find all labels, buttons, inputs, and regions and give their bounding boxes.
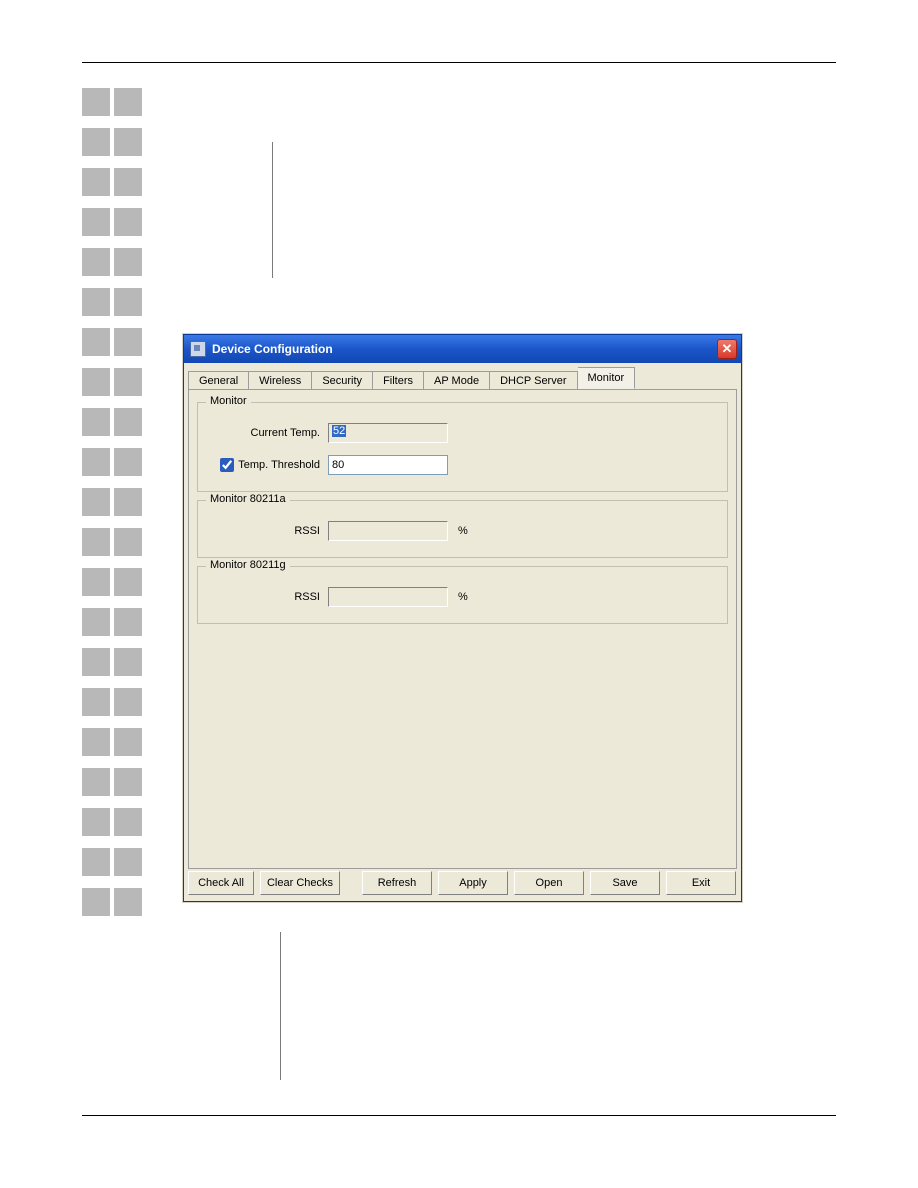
tab-ap-mode[interactable]: AP Mode (424, 371, 490, 390)
temp-threshold-label: Temp. Threshold (238, 459, 320, 471)
apply-button[interactable]: Apply (438, 871, 508, 895)
page-top-rule (82, 62, 836, 63)
divider-top (272, 142, 273, 278)
tab-dhcp-server[interactable]: DHCP Server (490, 371, 577, 390)
group-monitor-legend: Monitor (206, 395, 251, 407)
check-all-button[interactable]: Check All (188, 871, 254, 895)
tab-monitor[interactable]: Monitor (578, 367, 636, 389)
rssi-a-label: RSSI (208, 525, 328, 537)
current-temp-field: 52 (328, 423, 448, 443)
close-button[interactable]: ✕ (717, 339, 737, 359)
rssi-g-unit: % (458, 591, 468, 603)
tab-filters[interactable]: Filters (373, 371, 424, 390)
refresh-button[interactable]: Refresh (362, 871, 432, 895)
window-icon (190, 341, 206, 357)
tab-security[interactable]: Security (312, 371, 373, 390)
button-bar: Check All Clear Checks Refresh Apply Ope… (188, 871, 737, 895)
rssi-a-field (328, 521, 448, 541)
open-button[interactable]: Open (514, 871, 584, 895)
titlebar[interactable]: Device Configuration ✕ (184, 335, 741, 363)
group-monitor-80211a-legend: Monitor 80211a (206, 493, 290, 505)
page-bottom-rule (82, 1115, 836, 1116)
group-monitor: Monitor Current Temp. 52 Temp. Threshold (197, 402, 728, 492)
group-monitor-80211g: Monitor 80211g RSSI % (197, 566, 728, 624)
window-title: Device Configuration (212, 342, 717, 356)
clear-checks-button[interactable]: Clear Checks (260, 871, 340, 895)
exit-button[interactable]: Exit (666, 871, 736, 895)
tab-panel-monitor: Monitor Current Temp. 52 Temp. Threshold… (188, 389, 737, 869)
rssi-a-unit: % (458, 525, 468, 537)
tab-general[interactable]: General (188, 371, 249, 390)
group-monitor-80211a: Monitor 80211a RSSI % (197, 500, 728, 558)
current-temp-value: 52 (332, 425, 346, 437)
current-temp-label: Current Temp. (208, 427, 328, 439)
tab-wireless[interactable]: Wireless (249, 371, 312, 390)
rssi-g-label: RSSI (208, 591, 328, 603)
save-button[interactable]: Save (590, 871, 660, 895)
divider-bottom (280, 932, 281, 1080)
decorative-squares (82, 88, 142, 916)
temp-threshold-input[interactable] (328, 455, 448, 475)
temp-threshold-checkbox[interactable] (220, 458, 234, 472)
group-monitor-80211g-legend: Monitor 80211g (206, 559, 290, 571)
device-configuration-window: Device Configuration ✕ General Wireless … (183, 334, 742, 902)
close-icon: ✕ (722, 341, 733, 357)
rssi-g-field (328, 587, 448, 607)
tab-strip: General Wireless Security Filters AP Mod… (188, 367, 737, 389)
